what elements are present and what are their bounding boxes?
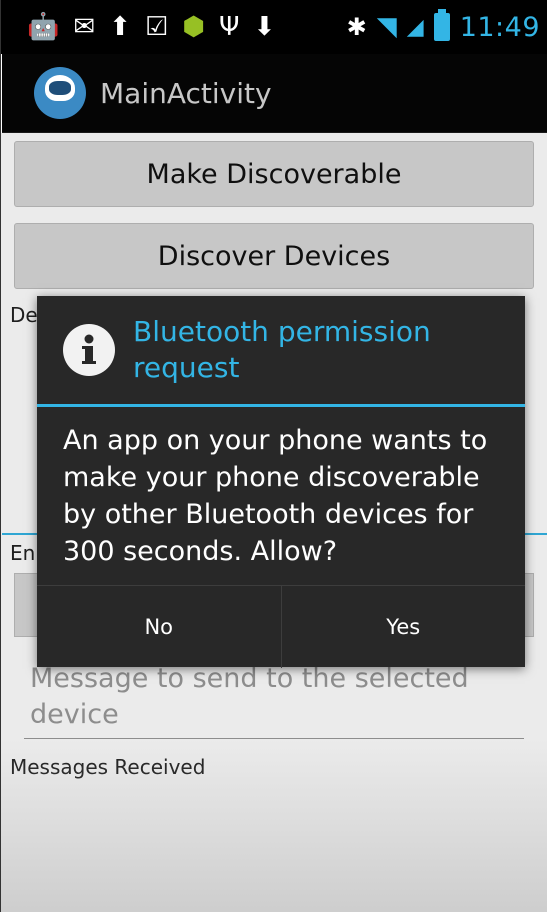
action-bar: MainActivity	[2, 54, 547, 133]
status-time: 11:49	[459, 11, 540, 43]
dialog-title: Bluetooth permission request	[133, 315, 431, 384]
dialog-message: An app on your phone wants to make your …	[63, 425, 488, 567]
tasks-icon: ☑	[144, 12, 169, 42]
status-bar: 🤖 ✉ ⬆ ☑ ⬢ Ψ ⬇ ✱ ◥ ◢ 11:49	[1, 0, 547, 54]
battery-icon	[433, 9, 450, 41]
notification-icons: 🤖 ✉ ⬆ ☑ ⬢ Ψ ⬇	[1, 14, 275, 40]
no-button[interactable]: No	[37, 586, 281, 668]
devices-label: De	[10, 303, 38, 327]
bluetooth-permission-dialog: Bluetooth permission request An app on y…	[37, 296, 525, 668]
android-icon: 🤖	[27, 12, 60, 42]
make-discoverable-button[interactable]: Make Discoverable	[14, 141, 534, 207]
wifi-icon: ◥	[376, 12, 397, 42]
messages-received-label: Messages Received	[10, 755, 206, 779]
bugdroid-icon: ⬢	[182, 12, 205, 42]
gmail-icon: ✉	[73, 12, 96, 42]
bluetooth-icon: ✱	[346, 13, 367, 41]
usb-debug-icon: ⬆	[109, 12, 131, 42]
dialog-header: Bluetooth permission request	[37, 296, 525, 404]
app-logo-icon[interactable]	[34, 67, 86, 119]
download-icon: ⬇	[253, 12, 276, 42]
usb-icon: Ψ	[218, 12, 240, 42]
system-icons: ✱ ◥ ◢ 11:49	[347, 0, 540, 54]
enter-message-label: En	[10, 541, 36, 565]
yes-button[interactable]: Yes	[280, 586, 526, 668]
info-icon	[63, 324, 115, 376]
dialog-button-bar: No Yes	[37, 585, 525, 668]
app-screen: 🤖 ✉ ⬆ ☑ ⬢ Ψ ⬇ ✱ ◥ ◢ 11:49 MainActivity M…	[0, 0, 547, 912]
discover-devices-button[interactable]: Discover Devices	[14, 223, 534, 289]
app-title: MainActivity	[100, 76, 272, 110]
dialog-title-divider	[37, 404, 525, 407]
message-input[interactable]: Message to send to the selected device	[24, 661, 524, 739]
signal-icon: ◢	[406, 14, 424, 40]
